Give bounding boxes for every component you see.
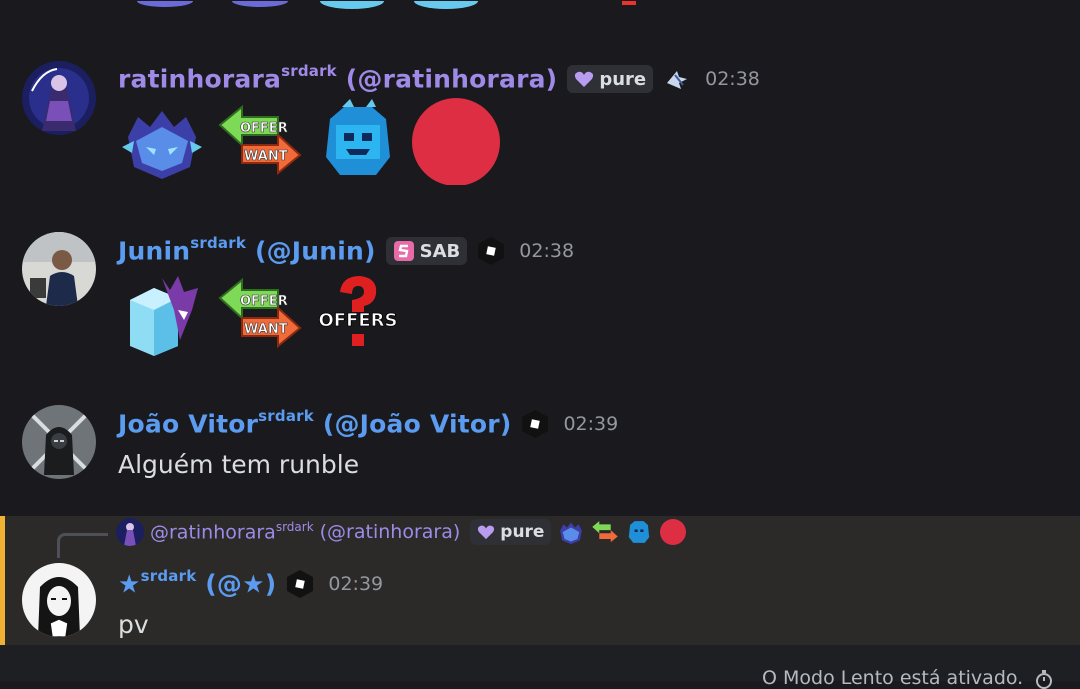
emoji-row: OFFER WANT bbox=[118, 97, 500, 185]
timestamp: 02:38 bbox=[519, 240, 575, 262]
avatar[interactable] bbox=[22, 61, 96, 135]
username[interactable]: João Vitorsrdark (@João Vitor) bbox=[118, 407, 511, 438]
mention-highlight-bar bbox=[0, 516, 5, 645]
badge-label: pure bbox=[500, 522, 545, 542]
previous-message-emojis bbox=[0, 0, 1080, 14]
cropped-emoji-row bbox=[137, 0, 636, 9]
shark-icon bbox=[663, 64, 691, 94]
role-badge[interactable]: pure bbox=[567, 65, 654, 93]
svg-text:OFFER: OFFER bbox=[240, 121, 288, 136]
role-badge[interactable]: SAB bbox=[385, 237, 468, 265]
roblox-icon bbox=[286, 569, 314, 599]
message-header: ★srdark (@★) 02:39 bbox=[118, 567, 384, 599]
message-text: Alguém tem runble bbox=[118, 450, 360, 479]
username[interactable]: Juninsrdark (@Junin) bbox=[118, 234, 376, 265]
message-header: ratinhorarasrdark (@ratinhorara) pure 02… bbox=[118, 62, 760, 94]
offer-want-arrows-icon[interactable]: OFFER WANT bbox=[216, 97, 304, 185]
question-offers-icon[interactable]: OFFERS bbox=[314, 270, 402, 358]
roblox-icon bbox=[477, 236, 505, 266]
stopwatch-icon bbox=[1036, 669, 1053, 689]
blue-beast-mask-icon bbox=[560, 522, 583, 545]
ice-block-fruit-icon[interactable] bbox=[118, 270, 206, 358]
heart-icon bbox=[478, 525, 495, 540]
blue-block-fruit-icon bbox=[629, 521, 650, 543]
roblox-icon bbox=[521, 409, 549, 439]
avatar[interactable] bbox=[22, 232, 96, 306]
sab-logo-icon bbox=[393, 241, 414, 261]
timestamp: 02:39 bbox=[563, 413, 619, 435]
slowmode-notice: O Modo Lento está ativado. bbox=[762, 667, 1053, 689]
offer-want-arrows-icon[interactable]: OFFER WANT bbox=[216, 270, 304, 358]
avatar[interactable] bbox=[22, 405, 96, 479]
reply-avatar bbox=[116, 518, 144, 546]
username[interactable]: ratinhorarasrdark (@ratinhorara) bbox=[118, 62, 557, 93]
heart-icon bbox=[575, 71, 594, 87]
badge-label: pure bbox=[599, 68, 647, 90]
svg-text:OFFERS: OFFERS bbox=[318, 310, 397, 331]
message-header: Juninsrdark (@Junin) SAB 02:38 bbox=[118, 234, 575, 266]
svg-text:WANT: WANT bbox=[244, 322, 288, 337]
message-header: João Vitorsrdark (@João Vitor) 02:39 bbox=[118, 407, 619, 439]
red-circle-icon[interactable] bbox=[412, 97, 500, 185]
timestamp: 02:38 bbox=[705, 68, 760, 90]
offer-want-arrows-icon bbox=[592, 521, 619, 543]
reply-preview[interactable]: @ratinhorarasrdark (@ratinhorara) pure bbox=[116, 518, 687, 546]
blue-block-fruit-icon[interactable] bbox=[314, 97, 402, 185]
timestamp: 02:39 bbox=[328, 573, 384, 595]
reply-role-badge: pure bbox=[470, 519, 552, 545]
emoji-row: OFFER WANT OFFERS bbox=[118, 270, 402, 358]
message-text: pv bbox=[118, 610, 149, 639]
svg-text:WANT: WANT bbox=[244, 149, 288, 164]
avatar[interactable] bbox=[22, 563, 96, 637]
blue-beast-mask-icon[interactable] bbox=[118, 97, 206, 185]
svg-text:OFFER: OFFER bbox=[240, 294, 288, 309]
reply-username: @ratinhorarasrdark bbox=[150, 520, 314, 544]
red-circle-icon bbox=[660, 519, 687, 545]
reply-connector bbox=[57, 533, 108, 558]
slowmode-text: O Modo Lento está ativado. bbox=[762, 667, 1024, 689]
username[interactable]: ★srdark (@★) bbox=[118, 567, 276, 598]
reply-handle: (@ratinhorara) bbox=[319, 521, 461, 543]
badge-label: SAB bbox=[419, 240, 461, 262]
